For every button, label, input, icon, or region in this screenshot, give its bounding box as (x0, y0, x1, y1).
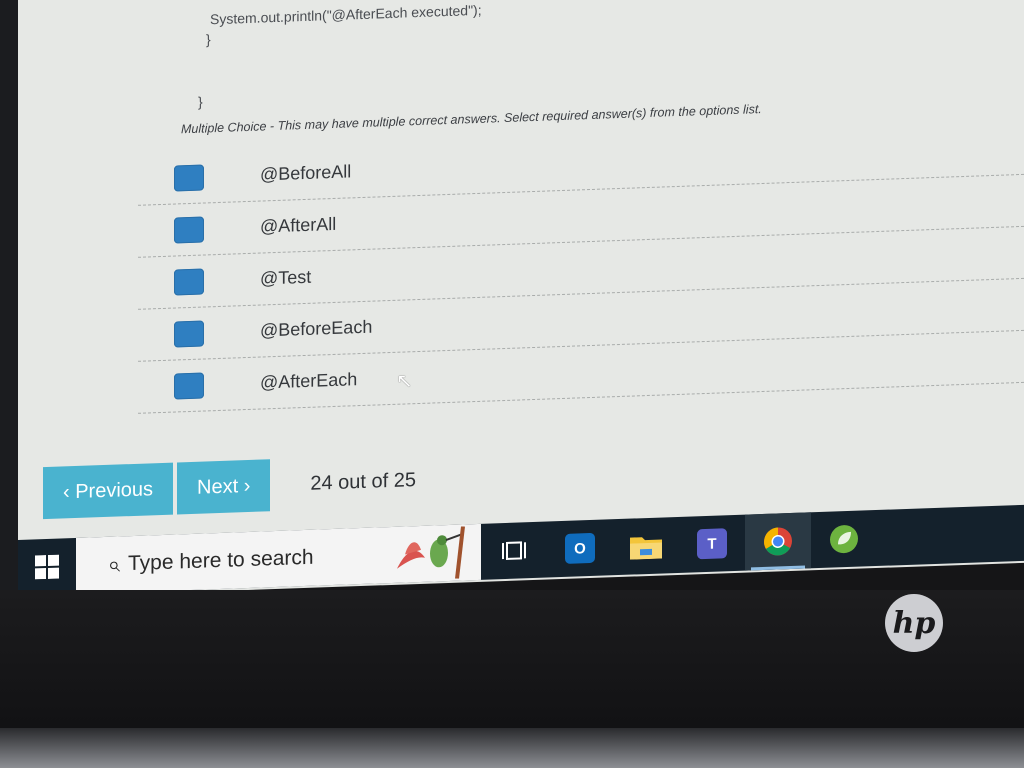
option-checkbox[interactable] (174, 164, 204, 192)
previous-button[interactable]: ‹ Previous (43, 462, 174, 520)
windows-start-icon[interactable] (18, 538, 76, 596)
screen: System.out.println("@AfterEach executed"… (18, 0, 1024, 599)
next-button[interactable]: Next › (177, 459, 271, 515)
option-checkbox[interactable] (174, 320, 204, 348)
option-label: @AfterAll (260, 213, 337, 237)
laptop-base (0, 728, 1024, 768)
option-checkbox[interactable] (174, 216, 204, 244)
option-label: @Test (260, 266, 312, 289)
mouse-pointer-icon: ↖ (396, 370, 413, 393)
option-checkbox[interactable] (174, 268, 204, 296)
hp-logo: hp (885, 594, 943, 652)
question-counter: 24 out of 25 (310, 468, 417, 495)
outlook-icon[interactable]: O (547, 519, 613, 577)
teams-icon[interactable]: T (679, 515, 745, 573)
quiz-content: System.out.println("@AfterEach executed"… (18, 0, 1024, 541)
search-icon: ⌕ (107, 551, 120, 577)
search-input[interactable] (126, 543, 360, 578)
code-snippet: System.out.println("@AfterEach executed"… (188, 0, 482, 112)
hummingbird-illustration-icon (397, 526, 465, 579)
option-checkbox[interactable] (174, 372, 204, 400)
options-list: @BeforeAll @AfterAll @Test @BeforeEach @… (138, 122, 1024, 414)
option-label: @BeforeEach (260, 316, 373, 341)
option-label: @AfterEach (260, 369, 358, 393)
chrome-icon[interactable] (745, 512, 811, 571)
option-label: @BeforeAll (260, 161, 352, 185)
spring-tools-icon[interactable] (811, 510, 877, 568)
file-explorer-icon[interactable] (613, 517, 679, 575)
question-navigation: ‹ Previous Next › 24 out of 25 (43, 454, 417, 520)
task-view-icon[interactable] (481, 522, 547, 580)
